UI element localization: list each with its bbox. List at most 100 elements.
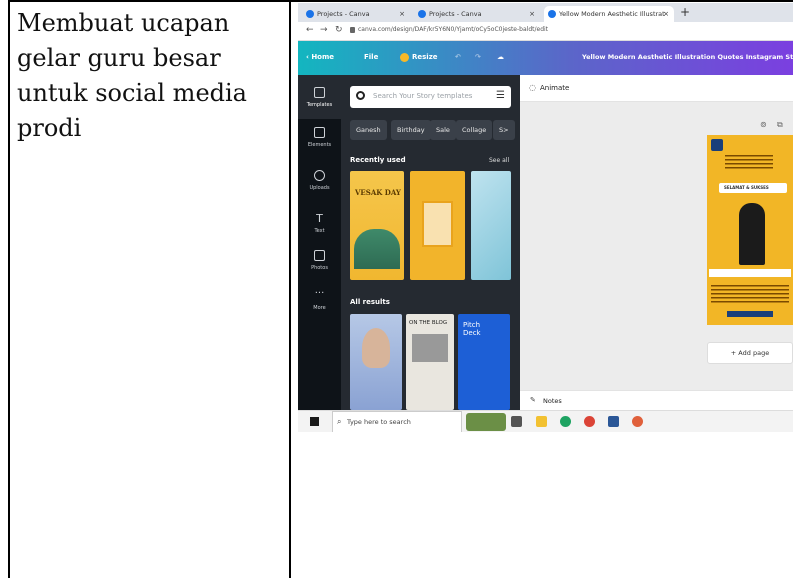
- task-view-icon[interactable]: [511, 416, 522, 427]
- chrome-icon[interactable]: [584, 416, 595, 427]
- browser-tab-2[interactable]: Projects - Canva ×: [414, 6, 540, 22]
- logo-badge: [711, 139, 723, 151]
- url-field[interactable]: canva.com/design/DAF/kr5Y6N0/Yjamt/oCy5o…: [358, 26, 548, 33]
- thumb-title: ON THE BLOG: [409, 320, 448, 326]
- rail-item-uploads[interactable]: Uploads: [298, 170, 341, 191]
- recently-used-title: Recently used: [350, 156, 406, 164]
- rail-item-text[interactable]: T Text: [298, 213, 341, 234]
- rail-label: More: [313, 305, 326, 311]
- thumb-title: Pitch Deck: [463, 321, 481, 337]
- professor-photo: [739, 203, 765, 265]
- app-green-icon[interactable]: [560, 416, 571, 427]
- portrait-photo: [362, 328, 390, 368]
- template-search-input[interactable]: Search Your Story templates ☰: [350, 86, 511, 108]
- design-title[interactable]: Yellow Modern Aesthetic Illustration Quo…: [582, 53, 793, 61]
- templates-panel: Search Your Story templates ☰ Ganesh Bir…: [341, 75, 520, 410]
- forward-icon[interactable]: →: [320, 25, 328, 35]
- animate-button[interactable]: Animate: [540, 84, 569, 92]
- photos-icon: [314, 250, 325, 261]
- reload-icon[interactable]: ↻: [335, 25, 343, 35]
- close-icon[interactable]: ×: [529, 6, 535, 22]
- template-thumb-blue[interactable]: [471, 171, 511, 280]
- chip-sale[interactable]: Sale: [430, 120, 456, 140]
- temple-illustration: [354, 229, 400, 269]
- close-icon[interactable]: ×: [399, 6, 405, 22]
- add-page-button[interactable]: + Add page: [707, 342, 793, 364]
- rail-label: Text: [314, 228, 325, 234]
- footer-bar: [727, 311, 773, 317]
- rail-label: Photos: [311, 265, 328, 271]
- design-page[interactable]: SELAMAT & SUKSES: [707, 135, 793, 325]
- see-all-link[interactable]: See all: [489, 157, 509, 164]
- chip-birthday[interactable]: Birthday: [391, 120, 431, 140]
- tab-label: Projects - Canva: [317, 10, 370, 18]
- duplicate-icon[interactable]: ⧉: [777, 120, 783, 130]
- rail-label: Elements: [307, 142, 332, 148]
- thumb-title: VESAK DAY: [355, 188, 401, 197]
- blog-photo: [412, 334, 448, 362]
- rail-item-photos[interactable]: Photos: [298, 250, 341, 271]
- text-icon: T: [316, 212, 323, 225]
- canva-favicon-icon: [418, 10, 426, 18]
- home-label: Home: [311, 53, 335, 61]
- template-thumb-portrait[interactable]: [350, 314, 402, 410]
- template-thumb-blog[interactable]: ON THE BLOG: [406, 314, 454, 410]
- rail-item-elements[interactable]: Elements: [298, 127, 341, 148]
- address-bar: ← → ↻ canva.com/design/DAF/kr5Y6N0/Yjamt…: [298, 22, 793, 41]
- search-placeholder: Search Your Story templates: [373, 92, 473, 100]
- step-description: Membuat ucapan gelar guru besar untuk so…: [17, 9, 247, 142]
- canva-header: ‹ Home File Resize ↶ ↷ ☁ Yellow Modern A…: [298, 41, 793, 75]
- canva-favicon-icon: [306, 10, 314, 18]
- lock-icon[interactable]: ⊚: [760, 120, 767, 129]
- news-widget-icon[interactable]: [466, 413, 506, 431]
- chip-ganesh[interactable]: Ganesh: [350, 120, 387, 140]
- canva-screenshot: Projects - Canva × Projects - Canva × Ye…: [298, 3, 793, 432]
- more-icon: ···: [314, 288, 325, 299]
- crown-icon: [400, 53, 409, 62]
- home-button[interactable]: ‹ Home: [306, 53, 334, 61]
- resize-button[interactable]: Resize: [412, 53, 438, 61]
- windows-start-icon[interactable]: [310, 417, 319, 426]
- rail-item-templates[interactable]: Templates: [298, 75, 341, 119]
- undo-icon[interactable]: ↶: [455, 53, 461, 61]
- file-explorer-icon[interactable]: [536, 416, 547, 427]
- browser-tab-1[interactable]: Projects - Canva ×: [302, 6, 410, 22]
- banner-ribbon: SELAMAT & SUKSES: [719, 183, 787, 193]
- frame-card: [422, 201, 453, 247]
- table-left-border: [8, 0, 10, 578]
- left-rail: Templates Elements Uploads T Text Photos…: [298, 75, 341, 410]
- redo-icon[interactable]: ↷: [475, 53, 481, 61]
- chip-more[interactable]: S>: [493, 120, 515, 140]
- search-icon: [356, 91, 365, 100]
- back-icon[interactable]: ←: [306, 25, 314, 35]
- taskbar-search-placeholder: Type here to search: [347, 418, 411, 426]
- name-bar: [709, 269, 791, 277]
- uploads-icon: [314, 170, 325, 181]
- windows-taskbar: ⌕ Type here to search: [298, 410, 793, 432]
- file-menu[interactable]: File: [364, 53, 378, 61]
- close-icon[interactable]: ×: [663, 6, 669, 22]
- tab-label: Yellow Modern Aesthetic Illustrat: [559, 10, 665, 18]
- rail-item-more[interactable]: ··· More: [298, 288, 341, 312]
- all-results-title: All results: [350, 298, 390, 306]
- browser-tab-bar: Projects - Canva × Projects - Canva × Ye…: [298, 3, 793, 22]
- table-top-border: [8, 0, 793, 2]
- body-text-lines: [711, 285, 789, 303]
- chrome-profile-icon[interactable]: [632, 416, 643, 427]
- browser-tab-3[interactable]: Yellow Modern Aesthetic Illustrat ×: [544, 6, 674, 22]
- new-tab-button[interactable]: +: [680, 5, 690, 19]
- notes-button[interactable]: Notes: [543, 397, 562, 405]
- template-thumb-pitch[interactable]: Pitch Deck: [458, 314, 510, 410]
- template-thumb-vesak[interactable]: VESAK DAY: [350, 171, 404, 280]
- notes-bar: ✎ Notes: [520, 390, 793, 410]
- design-canvas: ⊚ ⧉ SELAMAT & SUKSES + Add page: [520, 102, 793, 390]
- templates-icon: [314, 87, 325, 98]
- filter-icon[interactable]: ☰: [496, 91, 505, 101]
- taskbar-search-input[interactable]: ⌕ Type here to search: [332, 411, 462, 432]
- banner-text: SELAMAT & SUKSES: [724, 185, 769, 190]
- template-thumb-frame[interactable]: [410, 171, 465, 280]
- header-text-lines: [725, 155, 773, 171]
- word-icon[interactable]: [608, 416, 619, 427]
- chip-collage[interactable]: Collage: [456, 120, 493, 140]
- search-icon: ⌕: [337, 417, 342, 426]
